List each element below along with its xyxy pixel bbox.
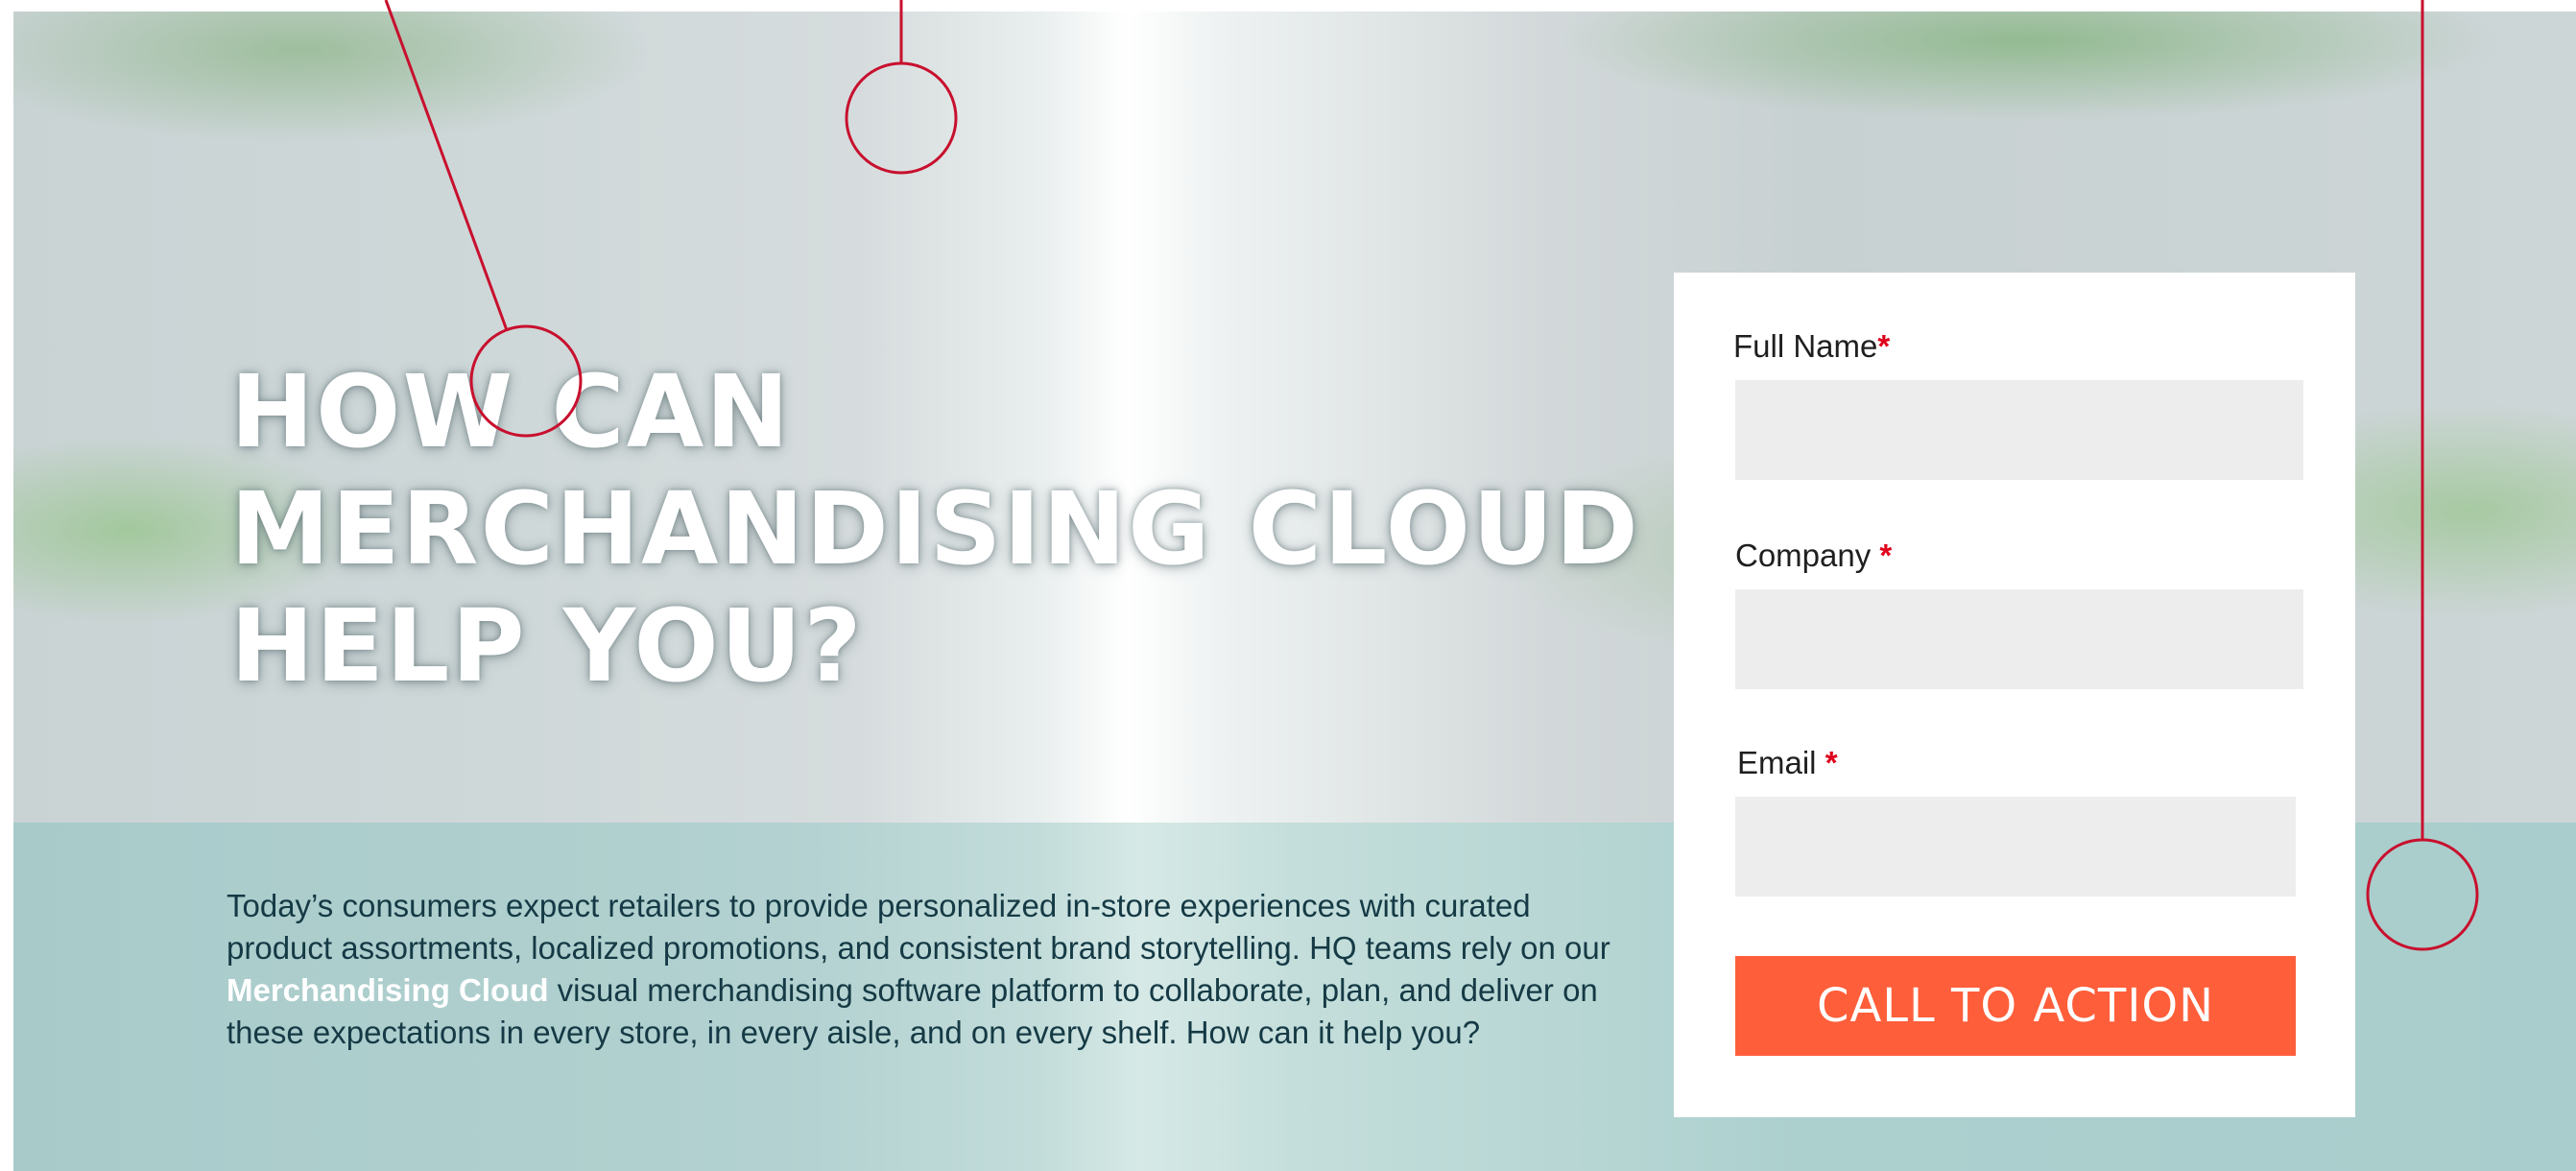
full-name-required-marker: * — [1877, 328, 1891, 364]
full-name-label: Full Name* — [1733, 328, 1890, 365]
email-label-text: Email — [1737, 745, 1825, 780]
email-label: Email * — [1737, 745, 1838, 781]
call-to-action-button[interactable]: CALL TO ACTION — [1735, 956, 2296, 1056]
full-name-input[interactable] — [1735, 380, 2303, 480]
company-label-text: Company — [1735, 538, 1880, 573]
company-label: Company * — [1735, 538, 1892, 574]
lead-form: Full Name* Company * Email * CALL TO ACT… — [1674, 273, 2355, 1117]
company-input[interactable] — [1735, 589, 2303, 689]
landing-page: HOW CAN MERCHANDISING CLOUD HELP YOU? To… — [0, 0, 2576, 1171]
email-required-marker: * — [1825, 745, 1838, 780]
headline-line-3: HELP YOU? — [230, 587, 864, 705]
full-name-label-text: Full Name — [1733, 328, 1878, 364]
headline-line-1: HOW CAN — [230, 353, 792, 470]
intro-text-before: Today’s consumers expect retailers to pr… — [227, 888, 1610, 966]
headline-line-2: MERCHANDISING CLOUD — [230, 470, 1640, 587]
hero-headline: HOW CAN MERCHANDISING CLOUD HELP YOU? — [230, 353, 1670, 705]
company-required-marker: * — [1879, 538, 1893, 573]
email-input[interactable] — [1735, 797, 2296, 896]
intro-highlight-merchandising-cloud: Merchandising Cloud — [227, 972, 549, 1008]
hero-intro-paragraph: Today’s consumers expect retailers to pr… — [227, 885, 1628, 1054]
